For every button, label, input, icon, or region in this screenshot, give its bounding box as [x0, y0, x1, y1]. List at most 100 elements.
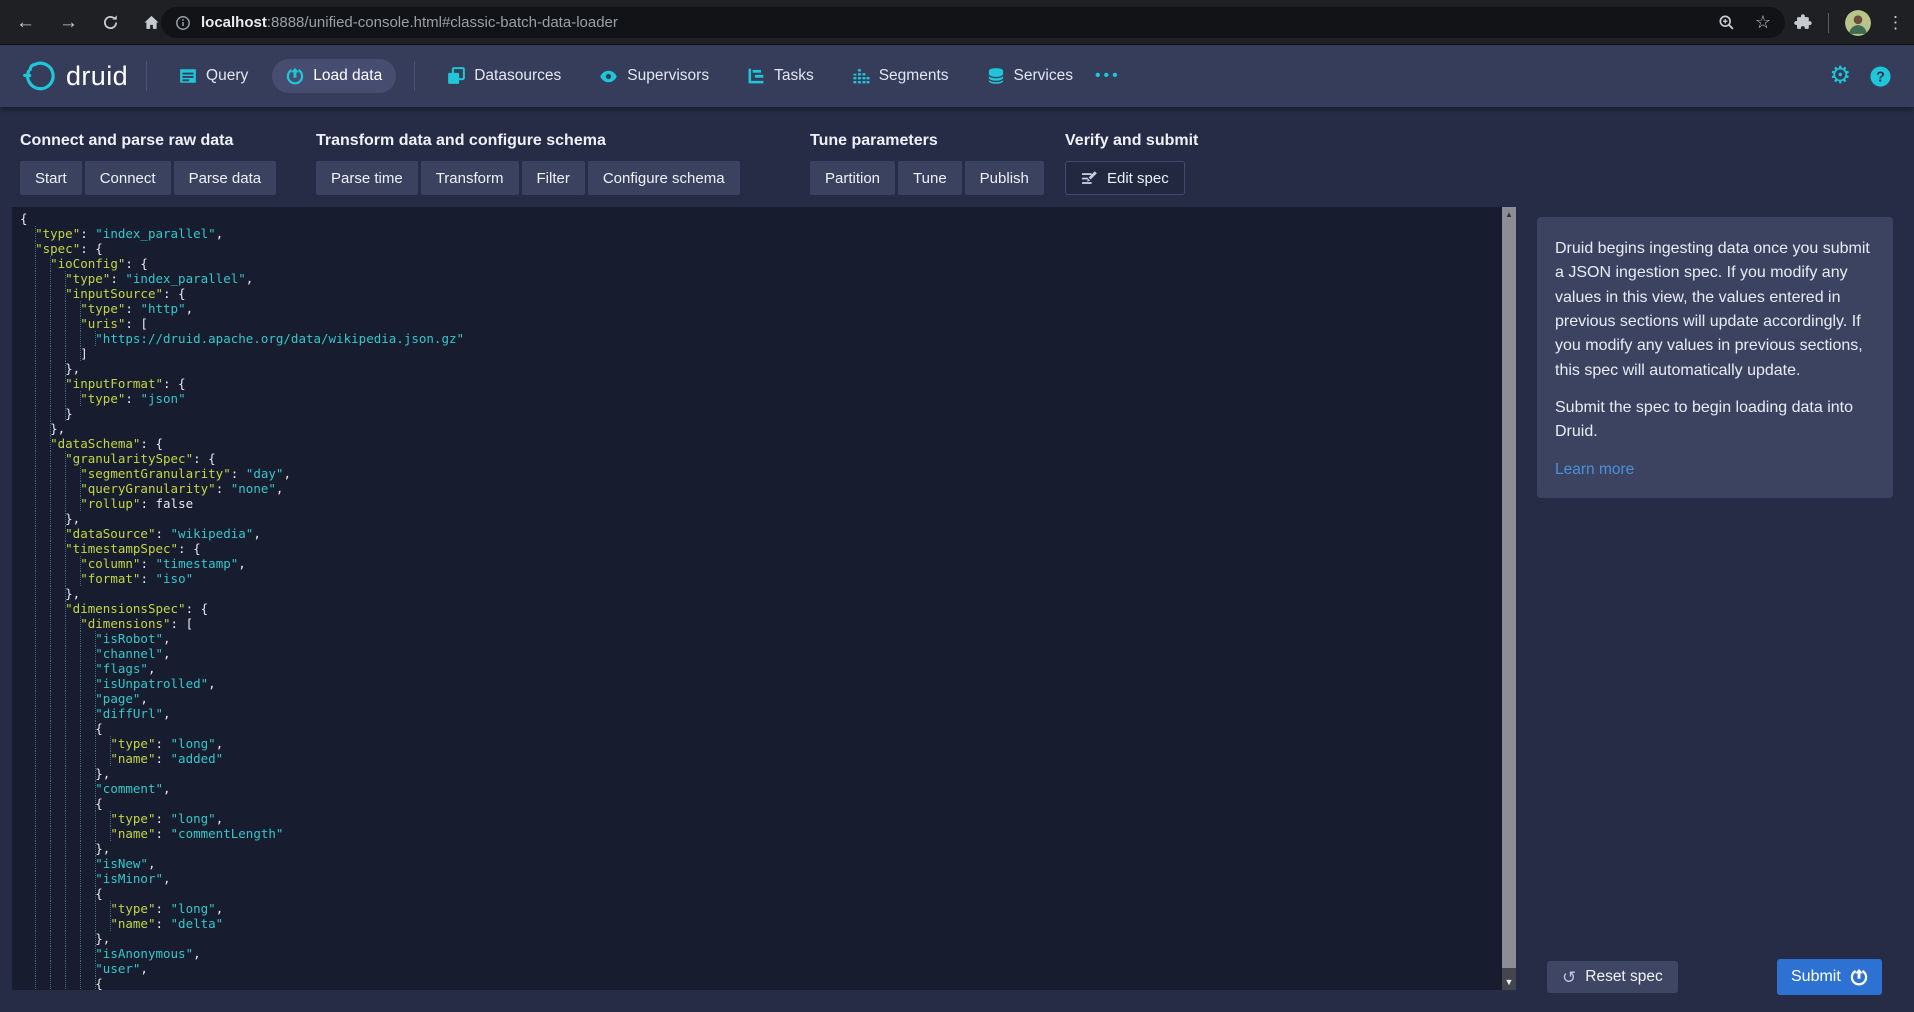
editor-scrollbar[interactable]: ▲ ▼	[1502, 207, 1516, 990]
step-group-title: Connect and parse raw data	[20, 132, 276, 150]
indent-guide	[65, 856, 66, 871]
indent-guide	[35, 646, 36, 661]
indent-guide	[95, 976, 96, 990]
learn-more-link[interactable]: Learn more	[1555, 458, 1634, 482]
indent-guide	[80, 901, 81, 916]
indent-guide	[80, 946, 81, 961]
step-button-label: Parse data	[189, 170, 262, 187]
step-button-filter[interactable]: Filter	[522, 161, 585, 195]
step-button-parse-time[interactable]: Parse time	[316, 161, 418, 195]
indent-guide	[110, 811, 111, 826]
nav-item-query[interactable]: Query	[165, 59, 262, 93]
indent-guide	[65, 916, 66, 931]
indent-guide	[35, 826, 36, 841]
scrollbar-up-arrow[interactable]: ▲	[1502, 210, 1516, 219]
indent-guide	[50, 826, 51, 841]
indent-guide	[35, 601, 36, 616]
indent-guide	[95, 676, 96, 691]
extensions-icon[interactable]	[1793, 13, 1812, 32]
indent-guide	[80, 796, 81, 811]
help-icon[interactable]: ?	[1869, 65, 1892, 88]
step-group-title: Verify and submit	[1065, 132, 1198, 150]
step-button-transform[interactable]: Transform	[421, 161, 519, 195]
indent-guide	[35, 931, 36, 946]
settings-gear-icon[interactable]: ⚙	[1829, 64, 1851, 88]
indent-guide	[50, 616, 51, 631]
back-icon[interactable]: ←	[16, 13, 35, 32]
indent-guide	[80, 811, 81, 826]
step-button-label: Edit spec	[1107, 170, 1169, 187]
home-icon[interactable]	[143, 14, 160, 31]
step-button-publish[interactable]: Publish	[965, 161, 1044, 195]
nav-item-load-data[interactable]: Load data	[272, 59, 396, 93]
step-button-edit-spec[interactable]: Edit spec	[1065, 161, 1185, 195]
nav-item-segments[interactable]: Segments	[838, 59, 963, 93]
indent-guide	[50, 676, 51, 691]
scrollbar-down-arrow[interactable]: ▼	[1502, 977, 1516, 987]
info-paragraph: Submit the spec to begin loading data in…	[1555, 396, 1875, 445]
step-button-connect[interactable]: Connect	[85, 161, 171, 195]
indent-guide	[50, 721, 51, 736]
spec-json-editor[interactable]: { "type": "index_parallel", "spec": { "i…	[12, 207, 1516, 990]
indent-guide	[35, 946, 36, 961]
nav-item-tasks[interactable]: Tasks	[733, 59, 828, 93]
url-bar[interactable]: localhost:8888/unified-console.html#clas…	[161, 7, 1785, 38]
nav-item-supervisors[interactable]: Supervisors	[585, 59, 723, 94]
druid-logo[interactable]: druid	[22, 59, 128, 93]
step-button-parse-data[interactable]: Parse data	[174, 161, 277, 195]
indent-guide	[95, 721, 96, 736]
indent-guide	[65, 826, 66, 841]
forward-icon[interactable]: →	[59, 13, 78, 32]
indent-guide	[80, 331, 81, 346]
nav-item-services[interactable]: Services	[973, 59, 1087, 93]
indent-guide	[35, 331, 36, 346]
tasks-icon	[747, 67, 765, 85]
info-paragraph: Druid begins ingesting data once you sub…	[1555, 237, 1875, 383]
reset-spec-button[interactable]: ↺ Reset spec	[1547, 961, 1678, 993]
indent-guide	[65, 601, 66, 616]
indent-guide	[65, 706, 66, 721]
site-info-icon[interactable]	[175, 15, 191, 31]
nav-item-label: Tasks	[774, 67, 814, 85]
druid-logo-text: druid	[66, 61, 128, 92]
bookmark-star-icon[interactable]: ☆	[1755, 12, 1771, 33]
step-button-configure-schema[interactable]: Configure schema	[588, 161, 740, 195]
step-group-title: Tune parameters	[810, 132, 1044, 150]
indent-guide	[35, 421, 36, 436]
step-button-tune[interactable]: Tune	[898, 161, 962, 195]
upload-icon	[286, 67, 304, 85]
indent-guide	[65, 376, 66, 391]
indent-guide	[65, 391, 66, 406]
indent-guide	[95, 796, 96, 811]
reload-icon[interactable]	[102, 14, 119, 31]
step-group: Transform data and configure schemaParse…	[316, 132, 740, 195]
indent-guide	[80, 646, 81, 661]
browser-menu-icon[interactable]: ⋮	[1887, 13, 1904, 33]
indent-guide	[80, 391, 81, 406]
zoom-icon[interactable]	[1718, 14, 1735, 31]
step-button-label: Partition	[825, 170, 880, 187]
indent-guide	[65, 556, 66, 571]
indent-guide	[50, 766, 51, 781]
indent-guide	[50, 631, 51, 646]
indent-guide	[35, 886, 36, 901]
indent-guide	[35, 511, 36, 526]
indent-guide	[65, 541, 66, 556]
indent-guide	[80, 781, 81, 796]
indent-guide	[35, 976, 36, 990]
indent-guide	[50, 856, 51, 871]
submit-button[interactable]: Submit	[1777, 959, 1882, 995]
nav-item-datasources[interactable]: Datasources	[433, 59, 575, 93]
indent-guide	[65, 946, 66, 961]
datasources-icon	[447, 67, 465, 85]
indent-guide	[65, 616, 66, 631]
indent-guide	[80, 961, 81, 976]
indent-guide	[50, 916, 51, 931]
indent-guide	[50, 646, 51, 661]
step-button-start[interactable]: Start	[20, 161, 82, 195]
indent-guide	[50, 466, 51, 481]
step-button-partition[interactable]: Partition	[810, 161, 895, 195]
more-menu-icon[interactable]: •••	[1095, 67, 1121, 85]
scrollbar-thumb[interactable]	[1502, 207, 1516, 968]
profile-avatar[interactable]	[1845, 10, 1871, 36]
